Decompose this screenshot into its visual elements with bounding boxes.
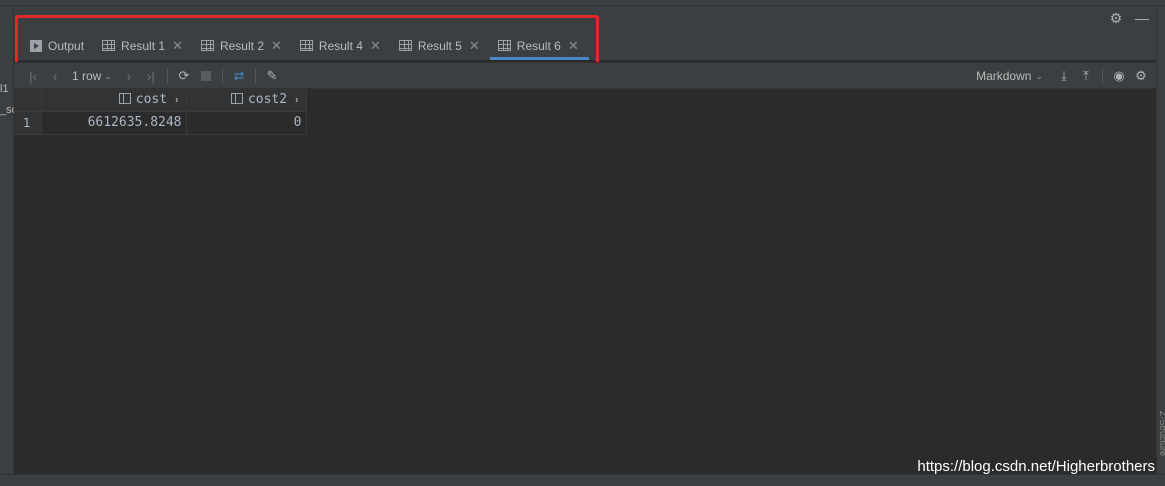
result-tabs: Output Result 1 ✕ Result 2 ✕ Result 4 ✕ …	[14, 31, 1156, 60]
column-label: cost	[135, 92, 168, 108]
sort-icon[interactable]: ⬍	[174, 96, 179, 106]
table-icon	[299, 40, 313, 51]
minimize-icon[interactable]: —	[1134, 10, 1150, 26]
close-icon[interactable]: ✕	[469, 38, 480, 54]
tab-result-4[interactable]: Result 4 ✕	[292, 31, 391, 60]
column-header-cost[interactable]: cost ⬍	[41, 89, 187, 112]
result-grid: cost ⬍ cost2 ⬍ 1 6612635.8248 0	[14, 89, 307, 135]
tab-result-5[interactable]: Result 5 ✕	[391, 31, 490, 60]
table-icon	[398, 40, 412, 51]
tab-result-2[interactable]: Result 2 ✕	[193, 31, 292, 60]
upload-icon[interactable]: ⤒	[1075, 66, 1097, 86]
tab-label: Result 4	[318, 38, 363, 53]
output-icon	[30, 39, 42, 52]
refresh-icon[interactable]: ⟳	[173, 66, 195, 86]
results-panel: ⚙ — Output Result 1 ✕ Result 2 ✕ Result …	[14, 6, 1156, 474]
column-icon	[230, 93, 243, 105]
rows-label: 1 row	[72, 69, 102, 83]
tab-label: Result 2	[219, 38, 264, 53]
stop-icon[interactable]	[195, 66, 217, 86]
divider	[254, 68, 256, 84]
results-toolbar: |‹ ‹ 1 row ⌄ › ›| ⟳ ⇄ ✎ Markdown ⌄ ⤓ ⤒ ◉	[14, 62, 1156, 89]
chevron-down-icon: ⌄	[104, 70, 112, 81]
tab-label: Result 5	[417, 38, 462, 53]
cell-cost[interactable]: 6612635.8248	[41, 111, 187, 135]
column-label: cost2	[247, 92, 288, 108]
gutter-fragment-mid: _sc	[0, 104, 14, 116]
cell-cost2[interactable]: 0	[186, 111, 307, 135]
export-format-dropdown[interactable]: Markdown ⌄	[976, 69, 1043, 83]
eye-icon[interactable]: ◉	[1108, 66, 1130, 86]
divider	[221, 68, 223, 84]
tab-result-6[interactable]: Result 6 ✕	[489, 31, 589, 60]
panel-header: ⚙ —	[14, 6, 1156, 31]
close-icon[interactable]: ✕	[370, 38, 381, 54]
tab-result-1[interactable]: Result 1 ✕	[94, 31, 193, 60]
row-number-header	[14, 89, 42, 112]
close-icon[interactable]: ✕	[568, 38, 579, 54]
tab-label: Result 6	[516, 38, 561, 53]
table-row: 1 6612635.8248 0	[14, 111, 307, 135]
close-icon[interactable]: ✕	[172, 38, 183, 54]
tab-label: Output	[48, 38, 85, 53]
gear-icon[interactable]: ⚙	[1108, 10, 1124, 26]
column-icon	[118, 93, 131, 105]
next-page-icon[interactable]: ›	[118, 66, 140, 86]
right-gutter: Z-Structure	[1156, 6, 1165, 474]
left-gutter: l1 _sc	[0, 6, 14, 474]
page-size-dropdown[interactable]: 1 row ⌄	[66, 69, 118, 83]
download-icon[interactable]: ⤓	[1053, 66, 1075, 86]
last-page-icon[interactable]: ›|	[140, 66, 162, 86]
divider	[166, 68, 168, 84]
first-page-icon[interactable]: |‹	[22, 66, 44, 86]
gutter-fragment-top: l1	[0, 83, 9, 95]
format-label: Markdown	[976, 69, 1032, 83]
column-header-cost2[interactable]: cost2 ⬍	[186, 89, 307, 112]
pin-icon[interactable]: ✎	[261, 66, 283, 86]
structure-side-label[interactable]: Z-Structure	[1156, 411, 1165, 473]
table-icon	[200, 40, 214, 51]
sort-icon[interactable]: ⬍	[294, 96, 299, 106]
watermark-text: https://blog.csdn.net/Higherbrothers	[917, 458, 1155, 475]
tab-label: Result 1	[121, 38, 166, 53]
previous-page-icon[interactable]: ‹	[44, 66, 66, 86]
settings-icon[interactable]: ⚙	[1130, 66, 1152, 86]
chevron-down-icon: ⌄	[1035, 70, 1043, 81]
tab-output[interactable]: Output	[22, 31, 94, 60]
bottom-status-bar	[0, 474, 1165, 486]
table-icon	[102, 40, 116, 51]
compare-icon[interactable]: ⇄	[228, 66, 250, 86]
divider	[1102, 68, 1103, 84]
close-icon[interactable]: ✕	[271, 38, 282, 54]
row-number: 1	[14, 111, 42, 135]
table-icon	[497, 40, 511, 51]
